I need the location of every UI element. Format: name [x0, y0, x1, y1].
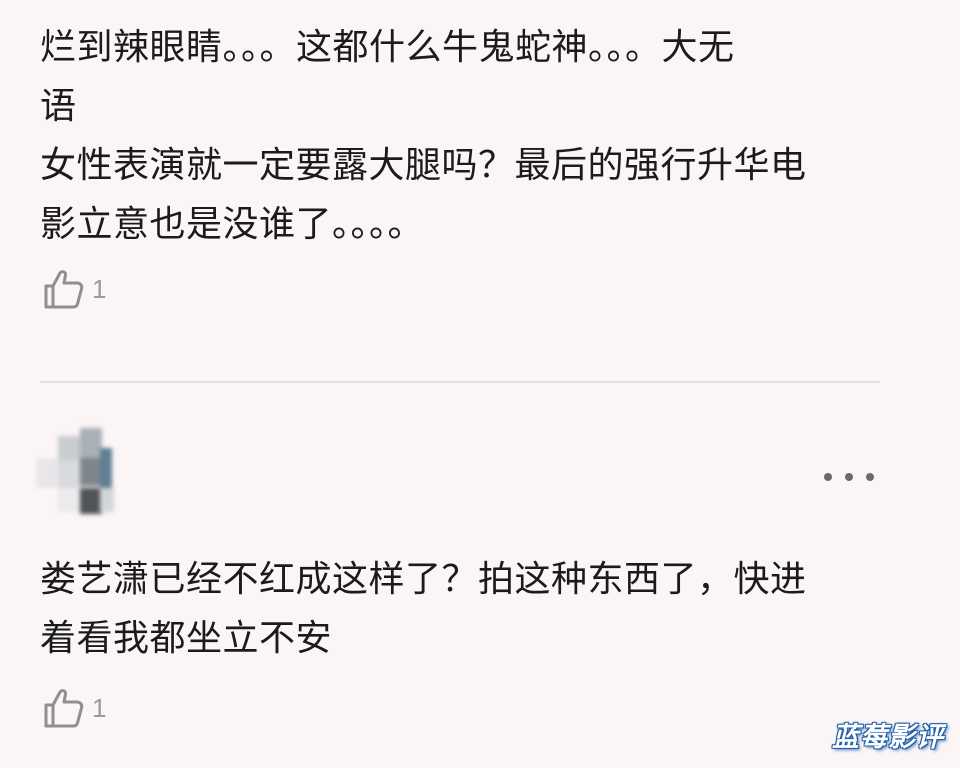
- like-button[interactable]: 1: [42, 684, 106, 732]
- thumbs-up-icon: [42, 686, 86, 730]
- more-horizontal-icon: [845, 473, 853, 481]
- author-name[interactable]: [148, 440, 238, 488]
- more-horizontal-icon: [866, 473, 874, 481]
- thumbs-up-icon: [42, 267, 86, 311]
- like-count: 1: [92, 692, 107, 723]
- comment-text: 娄艺潇已经不红成这样了？拍这种东西了，快进 着看我都坐立不安: [40, 559, 807, 659]
- more-horizontal-icon: [824, 473, 832, 481]
- comment-text: 烂到辣眼睛。。。这都什么牛鬼蛇神。。。大无 语 女性表演就一定要露大腿吗？最后的…: [40, 27, 807, 245]
- watermark-logo: 蓝莓影评: [832, 722, 944, 753]
- avatar[interactable]: [36, 428, 122, 520]
- comment-feed: 烂到辣眼睛。。。这都什么牛鬼蛇神。。。大无 语 女性表演就一定要露大腿吗？最后的…: [0, 0, 960, 768]
- like-count: 1: [92, 273, 107, 304]
- comment-divider: [40, 381, 880, 383]
- comment-meta: [150, 494, 470, 518]
- more-options-button[interactable]: [824, 462, 874, 492]
- like-button[interactable]: 1: [42, 265, 106, 313]
